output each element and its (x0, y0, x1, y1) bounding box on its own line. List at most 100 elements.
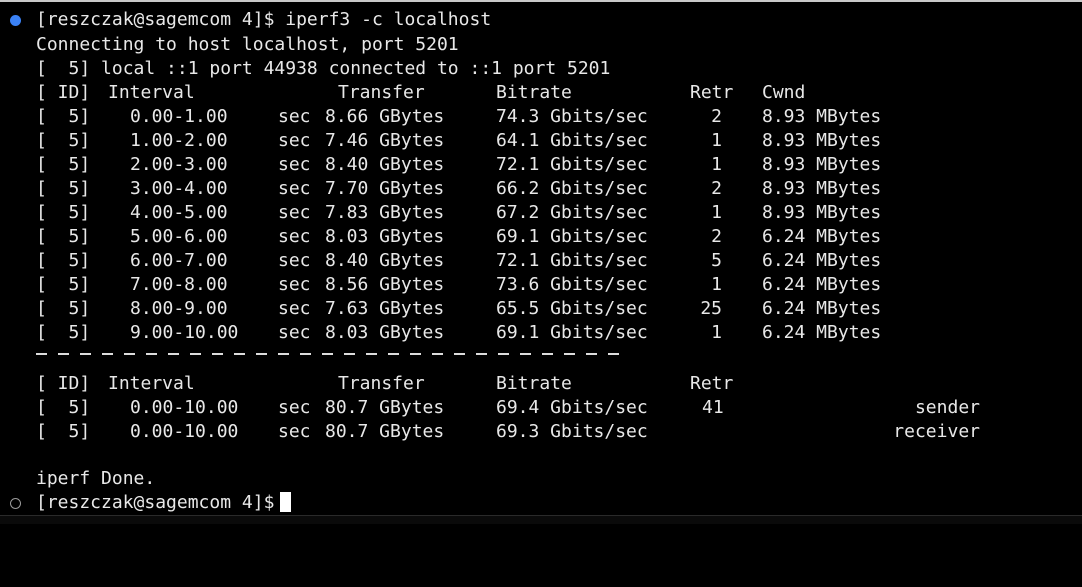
cell-retr: 25 (700, 298, 722, 319)
cell-interval: 6.00-7.00 (130, 250, 228, 271)
command-status-dot-icon[interactable] (10, 15, 21, 26)
cell-id: [ 5] (36, 154, 91, 175)
command-line: [reszczak@sagemcom 4]$ iperf3 -c localho… (0, 8, 1082, 32)
cursor (280, 492, 292, 512)
cell-unit: sec (278, 226, 311, 247)
table-row: [ 5] 1.00-2.00 sec 7.46 GBytes 64.1 Gbits/se… (0, 129, 1082, 153)
dashed-separator (36, 353, 619, 355)
cell-cwnd: 8.93 MBytes (762, 154, 882, 175)
cell-cwnd: 8.93 MBytes (762, 178, 882, 199)
cell-unit: sec (278, 274, 311, 295)
table-header: [ ID] Interval Transfer Bitrate Retr Cwn… (0, 81, 1082, 105)
cell-cwnd: 6.24 MBytes (762, 298, 882, 319)
cell-cwnd: 6.24 MBytes (762, 274, 882, 295)
table-row: [ 5] 3.00-4.00 sec 7.70 GBytes 66.2 Gbits/se… (0, 177, 1082, 201)
cell-interval: 8.00-9.00 (130, 298, 228, 319)
header-cwnd: Cwnd (762, 82, 806, 103)
cell-interval: 3.00-4.00 (130, 178, 228, 199)
cell-id: [ 5] (36, 226, 91, 247)
summary-row: [ 5] 0.00-10.00 sec 80.7 GBytes 69.3 Gbits/s… (0, 420, 1082, 444)
cell-transfer: 7.46 GBytes (325, 130, 445, 151)
cell-retr: 1 (711, 154, 722, 175)
cell-id: [ 5] (36, 106, 91, 127)
header-interval: Interval (108, 82, 195, 103)
summary-cell-transfer: 80.7 GBytes (325, 397, 445, 418)
cell-id: [ 5] (36, 250, 91, 271)
cell-unit: sec (278, 298, 311, 319)
cell-unit: sec (278, 154, 311, 175)
cell-retr: 5 (711, 250, 722, 271)
cell-interval: 4.00-5.00 (130, 202, 228, 223)
table-row: [ 5] 2.00-3.00 sec 8.40 GBytes 72.1 Gbits/se… (0, 153, 1082, 177)
cell-cwnd: 6.24 MBytes (762, 250, 882, 271)
cell-cwnd: 6.24 MBytes (762, 226, 882, 247)
cell-transfer: 7.83 GBytes (325, 202, 445, 223)
cell-transfer: 8.40 GBytes (325, 154, 445, 175)
cell-retr: 2 (711, 178, 722, 199)
cell-retr: 1 (711, 274, 722, 295)
summary-cell-interval: 0.00-10.00 (130, 421, 239, 442)
cell-bitrate: 73.6 Gbits/sec (496, 274, 648, 295)
cell-bitrate: 69.1 Gbits/sec (496, 226, 648, 247)
prompt-input[interactable]: [reszczak@sagemcom 4]$ (36, 491, 292, 515)
cell-retr: 1 (711, 130, 722, 151)
command-text: [reszczak@sagemcom 4]$ iperf3 -c localho… (36, 9, 492, 30)
summary-cell-transfer: 80.7 GBytes (325, 421, 445, 442)
cell-cwnd: 6.24 MBytes (762, 322, 882, 343)
terminal-window[interactable]: [reszczak@sagemcom 4]$ iperf3 -c localho… (0, 0, 1082, 524)
output-line: [ 5] local ::1 port 44938 connected to :… (0, 57, 610, 81)
summary-cell-unit: sec (278, 397, 311, 418)
prompt-line[interactable]: [reszczak@sagemcom 4]$ (0, 491, 1082, 515)
terminal-bottom-bar (0, 515, 1082, 524)
cell-transfer: 7.63 GBytes (325, 298, 445, 319)
header-retr: Retr (690, 82, 734, 103)
cell-retr: 1 (711, 202, 722, 223)
cell-bitrate: 74.3 Gbits/sec (496, 106, 648, 127)
summary-header-transfer: Transfer (338, 373, 425, 394)
cell-interval: 2.00-3.00 (130, 154, 228, 175)
cell-bitrate: 69.1 Gbits/sec (496, 322, 648, 343)
separator-line (0, 345, 1082, 369)
cell-id: [ 5] (36, 202, 91, 223)
cell-bitrate: 72.1 Gbits/sec (496, 250, 648, 271)
cell-interval: 0.00-1.00 (130, 106, 228, 127)
cell-id: [ 5] (36, 298, 91, 319)
cell-unit: sec (278, 202, 311, 223)
cell-cwnd: 8.93 MBytes (762, 106, 882, 127)
summary-cell-retr: 41 (702, 397, 724, 418)
cell-cwnd: 8.93 MBytes (762, 130, 882, 151)
cell-id: [ 5] (36, 178, 91, 199)
summary-header-id: [ ID] (36, 373, 91, 394)
prompt-text: [reszczak@sagemcom 4]$ (36, 492, 275, 513)
header-transfer: Transfer (338, 82, 425, 103)
table-row: [ 5] 6.00-7.00 sec 8.40 GBytes 72.1 Gbits/se… (0, 249, 1082, 273)
summary-header-retr: Retr (690, 373, 734, 394)
table-row: [ 5] 4.00-5.00 sec 7.83 GBytes 67.2 Gbits/se… (0, 201, 1082, 225)
summary-cell-bitrate: 69.4 Gbits/sec (496, 397, 648, 418)
done-text: iperf Done. (36, 468, 156, 489)
cell-bitrate: 64.1 Gbits/sec (496, 130, 648, 151)
table-row: [ 5] 0.00-1.00 sec 8.66 GBytes 74.3 Gbits/se… (0, 105, 1082, 129)
table-row: [ 5] 8.00-9.00 sec 7.63 GBytes 65.5 Gbits/se… (0, 297, 1082, 321)
cell-id: [ 5] (36, 130, 91, 151)
prompt-status-dot-icon[interactable] (10, 498, 21, 509)
cell-bitrate: 66.2 Gbits/sec (496, 178, 648, 199)
cell-interval: 9.00-10.00 (130, 322, 239, 343)
summary-cell-interval: 0.00-10.00 (130, 397, 239, 418)
header-bitrate: Bitrate (496, 82, 572, 103)
cell-interval: 5.00-6.00 (130, 226, 228, 247)
table-row: [ 5] 5.00-6.00 sec 8.03 GBytes 69.1 Gbits/se… (0, 225, 1082, 249)
cell-transfer: 8.03 GBytes (325, 226, 445, 247)
summary-header: [ ID] Interval Transfer Bitrate Retr (0, 372, 1082, 396)
connected-text: [ 5] local ::1 port 44938 connected to :… (36, 58, 611, 79)
cell-id: [ 5] (36, 322, 91, 343)
output-line: iperf Done. (0, 467, 155, 491)
cell-retr: 2 (711, 226, 722, 247)
summary-row: [ 5] 0.00-10.00 sec 80.7 GBytes 69.4 Gbits/s… (0, 396, 1082, 420)
cell-bitrate: 65.5 Gbits/sec (496, 298, 648, 319)
summary-cell-role: sender (914, 397, 980, 418)
header-id: [ ID] (36, 82, 91, 103)
cell-transfer: 8.03 GBytes (325, 322, 445, 343)
cell-unit: sec (278, 130, 311, 151)
cell-transfer: 8.40 GBytes (325, 250, 445, 271)
